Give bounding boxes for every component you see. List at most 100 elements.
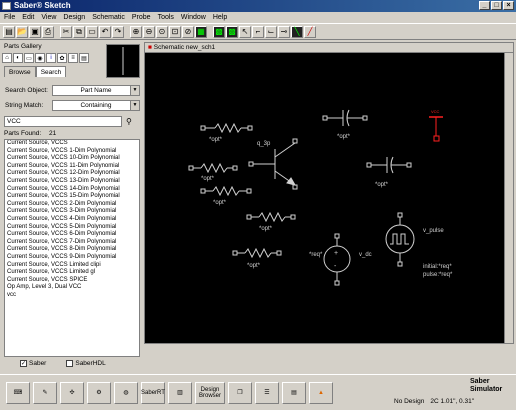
list-item[interactable]: Current Source, VCCS 8-Dim Polynomial	[5, 246, 139, 254]
gallery-list-icon[interactable]: ≡	[68, 53, 78, 63]
connector-icon[interactable]: ⊸	[278, 25, 290, 38]
wire-icon[interactable]: ⌐	[252, 25, 264, 38]
probe-tool-icon[interactable]: ✎	[33, 381, 57, 404]
list-item[interactable]: Current Source, VCCS 9-Dim Polynomial	[5, 254, 139, 262]
save-icon[interactable]: ▣	[29, 25, 41, 38]
symbol-view-icon[interactable]: ▩	[213, 25, 225, 38]
gallery-options-icon[interactable]: ▤	[79, 53, 89, 63]
globe-icon[interactable]: ◍	[114, 381, 138, 404]
schematic-canvas[interactable]: + - *opt* *opt* *opt* *opt* *opt* q_3p *…	[145, 53, 505, 343]
list-item[interactable]: Current Source, VCCS 5-Dim Polynomial	[5, 224, 139, 232]
resistor-symbol[interactable]	[188, 162, 238, 174]
list-item[interactable]: Current Source, VCCS Limited clipi	[5, 262, 139, 270]
vcc-symbol[interactable]	[429, 116, 443, 142]
list-item[interactable]: Op Amp, Level 3, Dual VCC	[5, 284, 139, 292]
resistor-symbol[interactable]	[200, 122, 253, 134]
list-item[interactable]: Current Source, VCCS 11-Dim Polynomial	[5, 163, 139, 171]
network-icon[interactable]: ✣	[60, 381, 84, 404]
list-item[interactable]: Current Source, VCCS 14-Dim Polynomial	[5, 186, 139, 194]
checkbox-empty-icon[interactable]	[66, 360, 74, 367]
zoom-area-icon[interactable]: ⊡	[169, 25, 181, 38]
zoom-fit-icon[interactable]: ⊙	[156, 25, 168, 38]
saberrt-icon[interactable]: SaberRT	[141, 381, 165, 404]
menu-window[interactable]: Window	[181, 12, 206, 23]
menu-design[interactable]: Design	[63, 12, 85, 23]
list-item[interactable]: vcc	[5, 292, 139, 300]
saberhdl-checkbox[interactable]: SaberHDL	[66, 360, 106, 367]
copy-icon[interactable]: ⧉	[73, 25, 85, 38]
capacitor-symbol[interactable]	[366, 156, 412, 174]
delete-icon[interactable]: ╱	[304, 25, 316, 38]
list-view-icon[interactable]: ☰	[255, 381, 279, 404]
resistor-symbol[interactable]	[200, 185, 252, 197]
undo-icon[interactable]: ↶	[99, 25, 111, 38]
list-item[interactable]: Current Source, VCCS 13-Dim Polynomial	[5, 178, 139, 186]
settings-icon[interactable]: ⚙	[87, 381, 111, 404]
menu-file[interactable]: File	[4, 12, 15, 23]
minimize-button[interactable]: _	[479, 1, 490, 10]
list-item[interactable]: Current Source, VCCS SPICE	[5, 277, 139, 285]
list-item[interactable]: Current Source, VCCS 15-Dim Polynomial	[5, 193, 139, 201]
gallery-info-icon[interactable]: i	[46, 53, 56, 63]
gallery-back-icon[interactable]: ◐	[13, 53, 23, 63]
gallery-home-icon[interactable]: ⌂	[2, 53, 12, 63]
keyboard-icon[interactable]: ⌨	[6, 381, 30, 404]
capacitor-symbol[interactable]	[322, 109, 368, 127]
new-icon[interactable]: ▤	[3, 25, 15, 38]
probe-icon[interactable]: ╲	[291, 25, 303, 38]
dc-voltage-source-symbol[interactable]: + -	[323, 233, 351, 286]
schematic-view-icon[interactable]: ▩	[226, 25, 238, 38]
chevron-down-icon[interactable]: ▼	[130, 100, 139, 110]
maximize-button[interactable]: □	[491, 1, 502, 10]
saber-checkbox[interactable]: ✓ Saber	[20, 360, 46, 367]
meter-icon[interactable]: ▤	[282, 381, 306, 404]
list-item[interactable]: Current Source, VCCS 12-Dim Polynomial	[5, 170, 139, 178]
pages-icon[interactable]: ❐	[228, 381, 252, 404]
list-item[interactable]: Current Source, VCCS 4-Dim Polynomial	[5, 216, 139, 224]
search-input[interactable]: VCC	[4, 116, 122, 127]
pointer-icon[interactable]: ↖	[239, 25, 251, 38]
matlab-icon[interactable]: ▲	[309, 381, 333, 404]
list-item[interactable]: Current Source, VCCS 10-Dim Polynomial	[5, 155, 139, 163]
zoom-in-icon[interactable]: ⊕	[130, 25, 142, 38]
redo-icon[interactable]: ↷	[112, 25, 124, 38]
menu-probe[interactable]: Probe	[132, 12, 151, 23]
vertical-scrollbar[interactable]	[504, 53, 513, 343]
parts-list[interactable]: Current Source, VCCS Current Source, VCC…	[4, 139, 140, 357]
paste-icon[interactable]: ▭	[86, 25, 98, 38]
bus-icon[interactable]: ⌙	[265, 25, 277, 38]
search-object-select[interactable]: Part Name ▼	[52, 84, 140, 96]
gallery-search-icon[interactable]: ◉	[35, 53, 45, 63]
list-item[interactable]: Current Source, VCCS 3-Dim Polynomial	[5, 208, 139, 216]
tab-browse[interactable]: Browse	[4, 66, 36, 77]
gallery-place-icon[interactable]: ✿	[57, 53, 67, 63]
list-item[interactable]: Current Source, VCCS	[5, 140, 139, 148]
pulse-voltage-source-symbol[interactable]	[385, 212, 415, 267]
gallery-folder-icon[interactable]: ▭	[24, 53, 34, 63]
tab-search[interactable]: Search	[35, 66, 67, 77]
list-item[interactable]: Current Source, VCCS 2-Dim Polynomial	[5, 201, 139, 209]
menu-view[interactable]: View	[41, 12, 56, 23]
menu-tools[interactable]: Tools	[158, 12, 174, 23]
chevron-down-icon[interactable]: ▼	[130, 85, 139, 95]
menu-help[interactable]: Help	[213, 12, 227, 23]
menu-edit[interactable]: Edit	[22, 12, 34, 23]
list-item[interactable]: Current Source, VCCS 7-Dim Polynomial	[5, 239, 139, 247]
open-icon[interactable]: 📂	[16, 25, 28, 38]
print-icon[interactable]: ⎙	[42, 25, 54, 38]
design-browser-icon[interactable]: Design Browser	[195, 381, 225, 404]
menu-schematic[interactable]: Schematic	[92, 12, 125, 23]
zoom-out-icon[interactable]: ⊖	[143, 25, 155, 38]
list-item[interactable]: Current Source, VCCS 6-Dim Polynomial	[5, 231, 139, 239]
cut-icon[interactable]: ✂	[60, 25, 72, 38]
waveform-icon[interactable]: ▥	[168, 381, 192, 404]
grid-icon[interactable]: ▦	[195, 25, 207, 38]
list-item[interactable]: Current Source, VCCS Limited gl	[5, 269, 139, 277]
string-match-select[interactable]: Containing ▼	[52, 99, 140, 111]
close-button[interactable]: ×	[503, 1, 514, 10]
zoom-previous-icon[interactable]: ⊘	[182, 25, 194, 38]
resistor-symbol[interactable]	[246, 211, 296, 223]
check-icon[interactable]: ✓	[20, 360, 27, 367]
binoculars-icon[interactable]: ⚲	[126, 116, 138, 127]
list-item[interactable]: Current Source, VCCS 1-Dim Polynomial	[5, 148, 139, 156]
